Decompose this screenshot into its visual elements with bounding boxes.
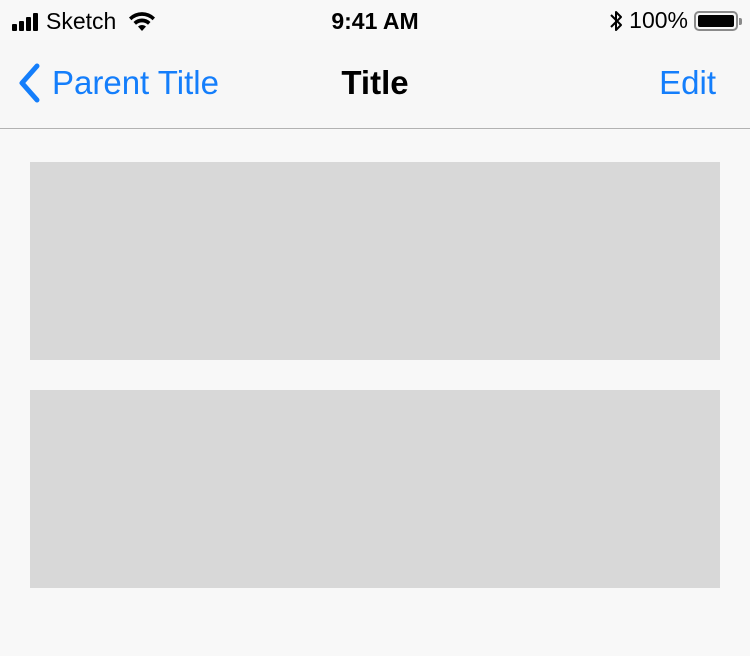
battery-icon bbox=[694, 10, 742, 31]
battery-fill bbox=[698, 14, 734, 27]
status-right: 100% bbox=[609, 7, 742, 34]
navigation-bar: Parent Title Title Edit bbox=[0, 40, 750, 129]
battery-percent: 100% bbox=[629, 7, 688, 33]
bluetooth-icon bbox=[610, 10, 623, 31]
edit-button[interactable]: Edit bbox=[659, 64, 716, 102]
app-screen: Sketch 9:41 AM 100% Parent Title Title E… bbox=[0, 0, 750, 656]
content-placeholder-2 bbox=[30, 390, 720, 588]
battery-tip bbox=[739, 17, 742, 25]
status-bar: Sketch 9:41 AM 100% bbox=[0, 0, 750, 40]
page-title: Title bbox=[341, 64, 409, 101]
content-placeholder-1 bbox=[30, 162, 720, 360]
